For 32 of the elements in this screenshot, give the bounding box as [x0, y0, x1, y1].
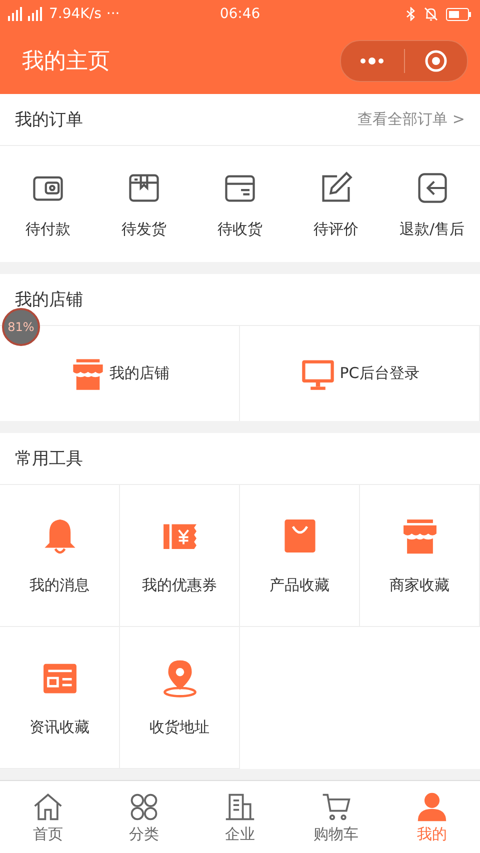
tool-item[interactable]: 收货地址: [120, 627, 240, 769]
tab-item[interactable]: 购物车: [288, 781, 384, 853]
more-icon[interactable]: [359, 57, 386, 65]
tool-item[interactable]: 资讯收藏: [0, 627, 120, 769]
battery-icon: [446, 8, 472, 20]
status-time: 06:46: [220, 6, 260, 22]
network-speed: 7.94K/s: [49, 6, 102, 22]
order-status-item[interactable]: 待发货: [96, 146, 192, 262]
person-icon: [416, 790, 448, 822]
page-title: 我的主页: [22, 48, 111, 76]
tool-item[interactable]: 商家收藏: [360, 485, 480, 627]
shop-item[interactable]: PC后台登录: [240, 326, 480, 421]
tab-item[interactable]: 企业: [192, 781, 288, 853]
section-title: 常用工具: [15, 448, 84, 470]
order-status-item[interactable]: 退款/售后: [384, 146, 480, 262]
progress-badge: 81%: [2, 308, 40, 346]
bluetooth-icon: [406, 7, 416, 21]
tab-item[interactable]: 首页: [0, 781, 96, 853]
status-more: ···: [106, 6, 120, 22]
section-title: 我的订单: [15, 109, 84, 131]
home-icon: [32, 790, 64, 822]
order-status-item[interactable]: 待付款: [0, 146, 96, 262]
order-status-item[interactable]: 待评价: [288, 146, 384, 262]
signal-icon: [8, 7, 44, 21]
view-all-orders-link[interactable]: 查看全部订单 >: [358, 110, 465, 129]
tool-item[interactable]: 我的优惠券: [120, 485, 240, 627]
tab-item[interactable]: 分类: [96, 781, 192, 853]
tool-item[interactable]: 我的消息: [0, 485, 120, 627]
tool-item[interactable]: 产品收藏: [240, 485, 360, 627]
bell-off-icon: [424, 7, 438, 21]
order-status-item[interactable]: 待收货: [192, 146, 288, 262]
section-title: 我的店铺: [15, 289, 84, 311]
